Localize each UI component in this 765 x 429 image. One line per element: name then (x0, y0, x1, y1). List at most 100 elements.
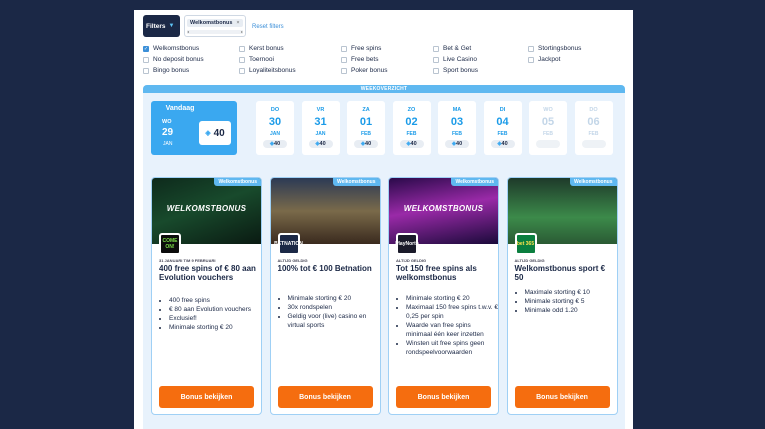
filter-option[interactable]: Bingo bonus (143, 67, 189, 74)
filter-option[interactable]: Live Casino (433, 56, 477, 63)
offer-bullet: 30x rondspelen (288, 303, 380, 312)
filter-option[interactable]: Sport bonus (433, 67, 478, 74)
gift-icon: ◈ (205, 130, 211, 137)
day-card[interactable]: DO 06 FEB (574, 101, 613, 155)
filter-option-label: Poker bonus (351, 67, 388, 74)
checkbox-icon[interactable] (239, 67, 245, 74)
checkbox-icon[interactable] (528, 56, 534, 63)
checkbox-icon[interactable] (143, 67, 149, 74)
checkbox-icon[interactable] (433, 67, 439, 74)
week-overview-header: WEEKOVERZICHT (143, 85, 625, 93)
day-card[interactable]: MA 03 FEB ◈ 40 (438, 101, 476, 155)
day-dow: DO (589, 107, 598, 113)
checkbox-icon[interactable] (341, 67, 347, 74)
filter-option[interactable]: Stortingsbonus (528, 45, 581, 52)
bonus-bekijken-button[interactable]: Bonus bekijken (159, 386, 254, 408)
day-count: ◈ 40 (354, 140, 378, 148)
filter-option[interactable]: ✓ Welkomstbonus (143, 45, 199, 52)
day-count-value: 40 (501, 141, 508, 147)
filter-option[interactable]: Bet & Get (433, 45, 471, 52)
offer-banner-text: WELKOMSTBONUS (403, 204, 484, 213)
offer-bullet: Minimale storting € 5 (525, 297, 617, 306)
checkbox-icon[interactable] (433, 56, 439, 63)
operator-logo: COME ON! (159, 233, 181, 255)
chevron-left-icon[interactable]: ◂ (187, 30, 189, 34)
filter-option[interactable]: Jackpot (528, 56, 560, 63)
offer-bullet: Minimale storting € 20 (406, 294, 498, 303)
offer-title: Tot 150 free spins als welkomstbonus (396, 264, 477, 282)
reset-filters-link[interactable]: Reset filters (252, 24, 284, 30)
filter-option-label: Welkomstbonus (153, 45, 200, 52)
day-card[interactable]: DI 04 FEB ◈ 40 (483, 101, 522, 155)
bonus-bekijken-button[interactable]: Bonus bekijken (514, 386, 610, 408)
filter-option[interactable]: Poker bonus (341, 67, 388, 74)
day-day: 03 (450, 116, 464, 128)
day-count: ◈ 40 (490, 140, 515, 148)
offer-bullets: Minimale storting € 2030x rondspelenGeld… (278, 294, 380, 330)
filter-option[interactable]: No deposit bonus (143, 56, 204, 63)
offer-card[interactable]: WELKOMSTBONUS Welkomstbonus PlayNorth ALTIJ… (388, 177, 499, 415)
day-count: ◈ 40 (263, 140, 287, 148)
filter-option-label: Kerst bonus (249, 45, 284, 52)
filter-option[interactable]: Free bets (341, 56, 378, 63)
day-count (536, 140, 560, 148)
day-day: 06 (587, 116, 600, 128)
bonus-page: Filters ▼ Welkomstbonus × ◂ ▸ Reset filt… (134, 10, 633, 429)
today-card[interactable]: Vandaag WO 29 JAN ◈ 40 (151, 101, 237, 155)
filter-option-label: Live Casino (443, 56, 477, 63)
filter-option[interactable]: Loyaliteitsbonus (239, 67, 296, 74)
bonus-bekijken-button[interactable]: Bonus bekijken (396, 386, 491, 408)
offer-card[interactable]: Welkomstbonus BETNATION ALTIJD GELDIG 100% … (269, 177, 381, 415)
chip-scrollbar[interactable]: ◂ ▸ (187, 30, 243, 34)
bonus-bekijken-button[interactable]: Bonus bekijken (277, 386, 373, 408)
day-month: FEB (361, 131, 371, 137)
checkbox-icon[interactable] (341, 45, 347, 52)
close-icon[interactable]: × (236, 20, 239, 26)
filter-option[interactable]: Kerst bonus (239, 45, 284, 52)
offer-validity: ALTIJD GELDIG (277, 258, 308, 263)
filters-button[interactable]: Filters ▼ (143, 15, 180, 37)
offer-title: 400 free spins of € 80 aan Evolution vou… (159, 264, 256, 282)
checkbox-icon[interactable] (341, 56, 347, 63)
offer-bullet: Geldig voor (live) casino en virtual spo… (288, 312, 380, 330)
offer-bullets: 400 free spins€ 80 aan Evolution voucher… (159, 296, 261, 332)
checkbox-icon[interactable] (239, 56, 245, 63)
day-card[interactable]: WO 05 FEB (529, 101, 567, 155)
offer-bullet: Waarde van free spins minimaal één keer … (406, 321, 498, 339)
day-dow: DO (270, 107, 280, 113)
filter-option-label: Bet & Get (443, 45, 472, 52)
day-card[interactable]: ZO 02 FEB ◈ 40 (392, 101, 431, 155)
offer-card[interactable]: Welkomstbonus bet 365 ALTIJD GELDIG Welkoms… (506, 177, 618, 415)
today-count: ◈ 40 (199, 121, 231, 145)
offer-badge: Welkomstbonus (569, 178, 617, 186)
day-count-value: 40 (319, 141, 326, 147)
checkbox-checked-icon[interactable]: ✓ (143, 45, 149, 52)
checkbox-icon[interactable] (143, 56, 149, 63)
checkbox-icon[interactable] (433, 45, 439, 52)
today-dow: WO (162, 119, 172, 125)
offer-badge: Welkomstbonus (214, 178, 261, 186)
day-month: FEB (588, 131, 599, 137)
day-month: FEB (452, 131, 462, 137)
filter-option-label: Sport bonus (443, 67, 479, 74)
day-count: ◈ 40 (399, 140, 424, 148)
checkbox-icon[interactable] (528, 45, 534, 52)
chevron-right-icon[interactable]: ▸ (241, 30, 243, 34)
day-dow: ZA (362, 107, 370, 113)
filter-option-label: Free spins (351, 45, 382, 52)
offer-bullet: Minimale storting € 20 (288, 294, 380, 303)
day-dow: VR (316, 107, 325, 113)
day-count: ◈ 40 (308, 140, 333, 148)
operator-logo: bet 365 (514, 233, 537, 255)
offer-title: 100% tot € 100 Betnation (277, 264, 372, 273)
day-count-value: 40 (365, 141, 372, 147)
day-card[interactable]: DO 30 JAN ◈ 40 (256, 101, 294, 155)
day-card[interactable]: VR 31 JAN ◈ 40 (301, 101, 340, 155)
active-filter-chip[interactable]: Welkomstbonus × (187, 19, 243, 27)
day-dow: ZO (407, 107, 416, 113)
day-card[interactable]: ZA 01 FEB ◈ 40 (347, 101, 385, 155)
offer-card[interactable]: WELKOMSTBONUS Welkomstbonus COME ON! 31 JAN… (151, 177, 262, 415)
filter-option[interactable]: Toernooi (239, 56, 274, 63)
checkbox-icon[interactable] (239, 45, 245, 52)
filter-option[interactable]: Free spins (341, 45, 381, 52)
